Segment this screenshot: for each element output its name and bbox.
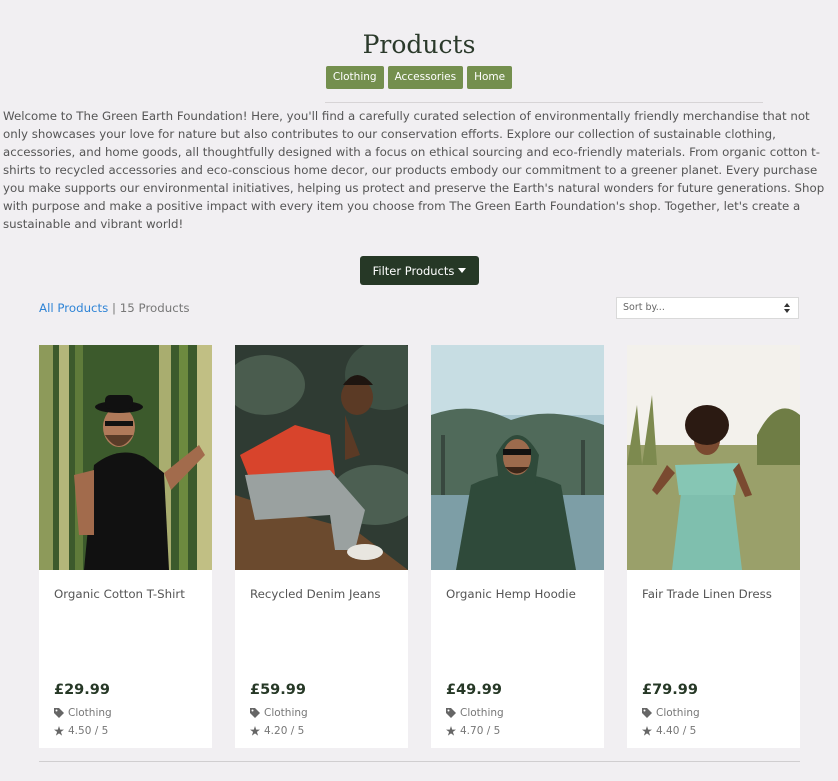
product-price: £59.99: [250, 682, 306, 698]
product-name[interactable]: Organic Hemp Hoodie: [446, 587, 576, 601]
product-card[interactable]: Organic Cotton T-Shirt £29.99 Clothing 4…: [39, 345, 212, 748]
star-icon: [250, 726, 260, 736]
product-rating: 4.20 / 5: [250, 725, 304, 737]
product-category: Clothing: [446, 707, 504, 719]
product-card[interactable]: Organic Hemp Hoodie £49.99 Clothing 4.70…: [431, 345, 604, 748]
product-card[interactable]: Recycled Denim Jeans £59.99 Clothing 4.2…: [235, 345, 408, 748]
category-home-button[interactable]: Home: [467, 66, 513, 89]
filter-products-label: Filter Products: [372, 263, 455, 278]
product-category: Clothing: [54, 707, 112, 719]
product-image[interactable]: [431, 345, 604, 570]
star-icon: [54, 726, 64, 736]
tag-icon: [446, 708, 456, 718]
tag-icon: [54, 708, 64, 718]
product-price: £49.99: [446, 682, 502, 698]
star-icon: [446, 726, 456, 736]
product-rating-label: 4.40 / 5: [656, 725, 697, 737]
product-name[interactable]: Recycled Denim Jeans: [250, 587, 381, 601]
sort-arrows-icon: [784, 303, 790, 313]
sort-select-value: Sort by...: [623, 302, 665, 313]
product-rating-label: 4.20 / 5: [264, 725, 305, 737]
product-category-label: Clothing: [68, 707, 112, 719]
product-name[interactable]: Organic Cotton T-Shirt: [54, 587, 185, 601]
product-rating: 4.70 / 5: [446, 725, 500, 737]
product-rating-label: 4.50 / 5: [68, 725, 109, 737]
category-clothing-button[interactable]: Clothing: [325, 66, 384, 89]
page-title: Products: [362, 30, 476, 59]
product-count-row: All Products | 15 Products: [39, 301, 190, 315]
count-separator: |: [108, 301, 120, 315]
star-icon: [642, 726, 652, 736]
category-nav: Clothing Accessories Home: [0, 66, 838, 89]
category-accessories-button[interactable]: Accessories: [387, 66, 464, 89]
product-card[interactable]: Fair Trade Linen Dress £79.99 Clothing 4…: [627, 345, 800, 748]
tag-icon: [250, 708, 260, 718]
tag-icon: [642, 708, 652, 718]
all-products-link[interactable]: All Products: [39, 301, 108, 315]
bottom-divider: [39, 761, 800, 762]
product-category-label: Clothing: [264, 707, 308, 719]
product-category-label: Clothing: [656, 707, 700, 719]
intro-text: Welcome to The Green Earth Foundation! H…: [3, 109, 825, 231]
product-price: £29.99: [54, 682, 110, 698]
title-divider: [325, 102, 763, 103]
product-image[interactable]: [627, 345, 800, 570]
product-count: 15 Products: [119, 301, 190, 315]
product-name[interactable]: Fair Trade Linen Dress: [642, 587, 772, 601]
product-category: Clothing: [642, 707, 700, 719]
sort-select[interactable]: Sort by...: [616, 297, 799, 319]
product-image[interactable]: [39, 345, 212, 570]
product-rating: 4.40 / 5: [642, 725, 696, 737]
caret-down-icon: [458, 268, 467, 273]
product-category-label: Clothing: [460, 707, 504, 719]
product-category: Clothing: [250, 707, 308, 719]
filter-products-button[interactable]: Filter Products: [360, 256, 479, 285]
product-image[interactable]: [235, 345, 408, 570]
product-rating-label: 4.70 / 5: [460, 725, 501, 737]
product-rating: 4.50 / 5: [54, 725, 108, 737]
product-price: £79.99: [642, 682, 698, 698]
